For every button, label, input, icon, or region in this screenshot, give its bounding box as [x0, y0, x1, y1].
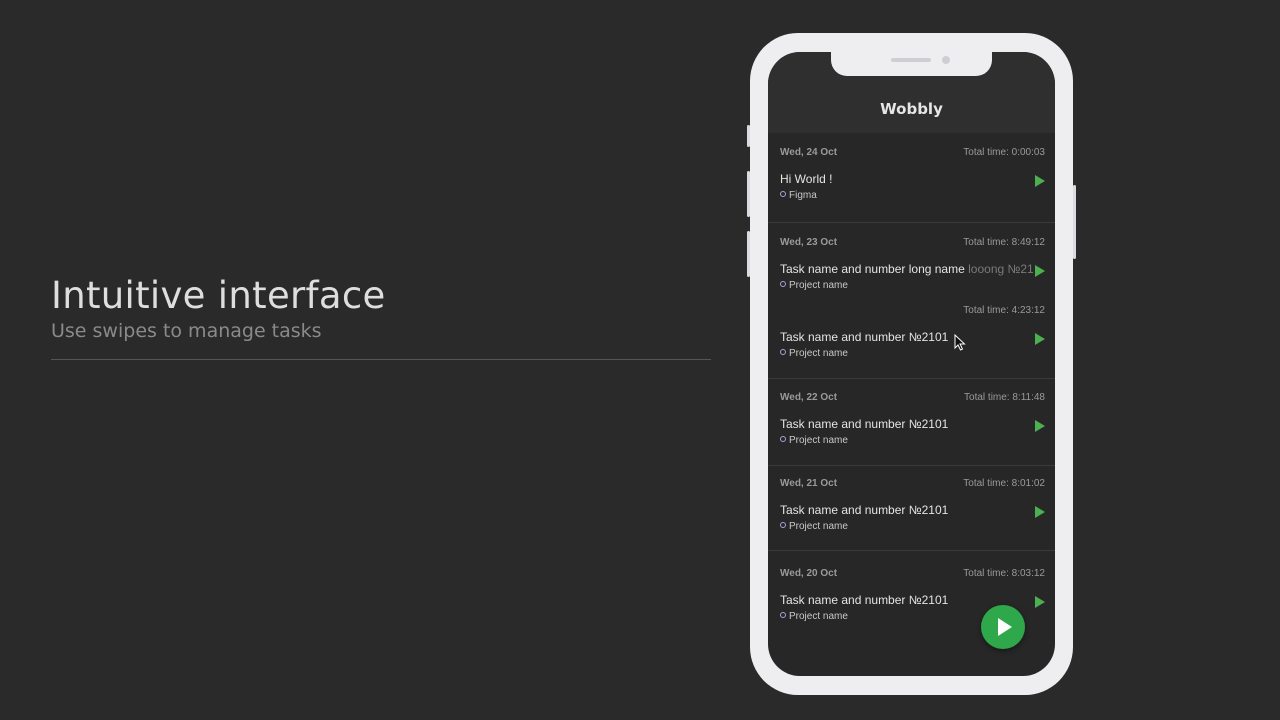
promo-title: Intuitive interface	[51, 274, 386, 317]
dot-icon	[780, 281, 786, 288]
task-project: Figma	[780, 190, 817, 201]
project-name: Project name	[789, 280, 848, 291]
play-icon[interactable]	[1035, 333, 1045, 345]
project-name: Project name	[789, 435, 848, 446]
day-group: Wed, 21 Oct Total time: 8:01:02 Task nam…	[768, 465, 1055, 551]
app-title: Wobbly	[880, 100, 943, 118]
mute-switch	[747, 125, 750, 147]
task-total-time: Total time: 8:49:12	[963, 237, 1045, 248]
dot-icon	[780, 349, 786, 356]
play-icon	[998, 618, 1012, 636]
day-group: Wed, 23 Oct Total time: 8:49:12 Task nam…	[768, 222, 1055, 379]
play-icon[interactable]	[1035, 596, 1045, 608]
day-date: Wed, 23 Oct	[780, 237, 838, 248]
project-name: Project name	[789, 611, 848, 622]
speaker	[891, 58, 931, 62]
day-date: Wed, 22 Oct	[780, 392, 838, 403]
project-name: Figma	[789, 190, 817, 201]
project-name: Project name	[789, 521, 848, 532]
task-name: Task name and number long name looong №2…	[780, 262, 1034, 276]
phone-screen: Wobbly Wed, 24 Oct Total time: 0:00:03 H…	[768, 52, 1055, 676]
power-button	[1073, 185, 1076, 259]
task-total-time: Total time: 8:03:12	[963, 568, 1045, 579]
volume-down-button	[747, 231, 750, 277]
task-project: Project name	[780, 521, 848, 532]
task-total-time: Total time: 8:11:48	[964, 392, 1045, 403]
task-total-time: Total time: 0:00:03	[963, 147, 1045, 158]
promo-subtitle: Use swipes to manage tasks	[51, 320, 322, 342]
dot-icon	[780, 522, 786, 529]
mouse-cursor-icon	[954, 334, 966, 351]
project-name: Project name	[789, 348, 848, 359]
day-date: Wed, 20 Oct	[780, 568, 838, 579]
task-project: Project name	[780, 435, 848, 446]
play-icon[interactable]	[1035, 265, 1045, 277]
play-icon[interactable]	[1035, 420, 1045, 432]
task-project: Project name	[780, 611, 848, 622]
task-project: Project name	[780, 348, 848, 359]
promo: Intuitive interface Use swipes to manage…	[51, 272, 711, 360]
dot-icon	[780, 191, 786, 198]
task-name: Task name and number №2101	[780, 593, 949, 607]
task-name: Hi World !	[780, 172, 833, 186]
day-group: Wed, 24 Oct Total time: 0:00:03 Hi World…	[768, 133, 1055, 222]
task-name-text: Task name and number long name	[780, 262, 965, 276]
dot-icon	[780, 436, 786, 443]
start-timer-button[interactable]	[981, 605, 1025, 649]
task-name: Task name and number №2101	[780, 330, 949, 344]
task-project: Project name	[780, 280, 848, 291]
volume-up-button	[747, 171, 750, 217]
task-name-overflow: looong №21	[968, 262, 1034, 276]
camera	[942, 56, 950, 64]
phone-frame: Wobbly Wed, 24 Oct Total time: 0:00:03 H…	[747, 33, 1076, 695]
stage: Intuitive interface Use swipes to manage…	[0, 0, 1280, 720]
task-name: Task name and number №2101	[780, 503, 949, 517]
play-icon[interactable]	[1035, 175, 1045, 187]
day-date: Wed, 24 Oct	[780, 147, 838, 158]
day-group: Wed, 22 Oct Total time: 8:11:48 Task nam…	[768, 378, 1055, 466]
task-total-time: Total time: 8:01:02	[963, 478, 1045, 489]
dot-icon	[780, 612, 786, 619]
day-date: Wed, 21 Oct	[780, 478, 838, 489]
notch	[831, 52, 992, 76]
task-name: Task name and number №2101	[780, 417, 949, 431]
play-icon[interactable]	[1035, 506, 1045, 518]
divider	[51, 359, 711, 360]
task-total-time: Total time: 4:23:12	[963, 305, 1045, 316]
